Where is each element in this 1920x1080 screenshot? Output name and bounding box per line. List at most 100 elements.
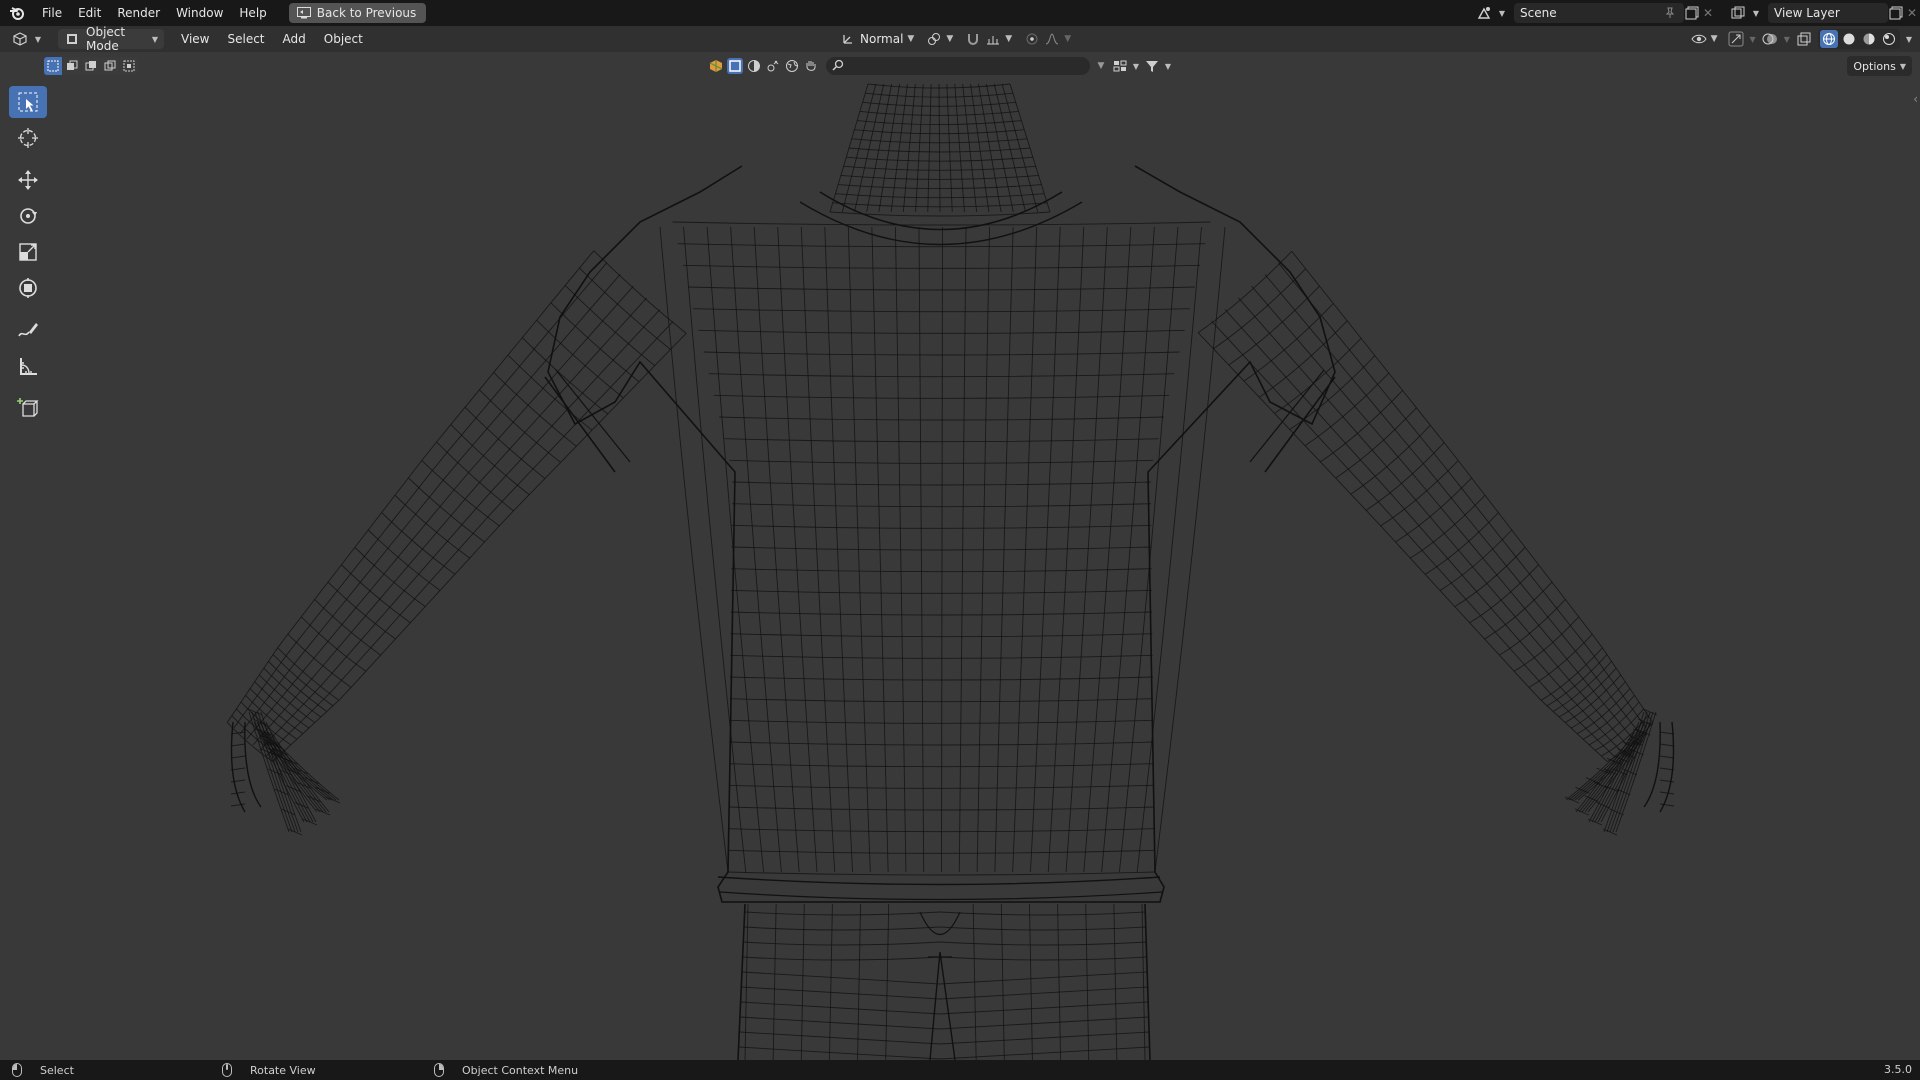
options-label: Options (1853, 59, 1896, 73)
render-layers-icon (1730, 5, 1746, 21)
rotate-tool[interactable] (9, 200, 47, 232)
annotate-icon (18, 323, 38, 337)
move-tool[interactable] (9, 164, 47, 196)
pin-icon[interactable] (1662, 5, 1678, 21)
options-dropdown[interactable]: Options ▼ (1847, 56, 1912, 76)
search-dropdown-icon[interactable]: ▼ (1093, 58, 1109, 74)
visibility-dropdown[interactable]: ▼ (1687, 29, 1722, 49)
back-to-previous-label: Back to Previous (316, 6, 417, 20)
pivot-point-dropdown[interactable]: ▼ (922, 29, 957, 49)
chevron-down-icon: ▼ (1064, 34, 1072, 44)
shading-chevron-down-icon[interactable]: ▼ (1906, 35, 1912, 44)
header-menu-add[interactable]: Add (274, 26, 315, 52)
shading-mode-group (1817, 29, 1900, 49)
chevron-down-icon: ▼ (1899, 61, 1906, 71)
new-view-layer-icon[interactable] (1888, 5, 1904, 21)
object-mode-dropdown[interactable]: Object Mode ▼ (58, 25, 164, 53)
select-subtract-icon[interactable] (82, 57, 100, 75)
viewport-search-field[interactable] (826, 57, 1090, 75)
status-context-menu-label: Object Context Menu (462, 1063, 579, 1077)
menu-edit[interactable]: Edit (70, 0, 109, 26)
proportional-editing-icon[interactable] (1024, 31, 1040, 47)
select-box-tool[interactable] (9, 86, 47, 118)
object-type-mesh-icon[interactable] (708, 58, 724, 74)
solid-shading-icon[interactable] (1840, 30, 1858, 48)
object-mode-label: Object Mode (86, 25, 126, 53)
add-cube-tool[interactable] (9, 392, 47, 424)
filter-funnel-icon[interactable] (1144, 58, 1160, 74)
display-filter-icon[interactable] (1112, 58, 1128, 74)
search-icon (832, 59, 844, 74)
snapping-dropdown[interactable]: ▼ (961, 29, 1016, 49)
orientation-icon (840, 31, 856, 47)
viewport-header: ▼ Object Mode ▼ View Select Add Object N… (0, 25, 1920, 53)
wireframe-shading-icon[interactable] (1819, 30, 1838, 48)
object-type-sphere-icon[interactable] (746, 58, 762, 74)
3d-viewport-icon (12, 31, 28, 47)
measure-tool[interactable] (9, 350, 47, 382)
header-menu-object[interactable]: Object (315, 26, 372, 52)
select-intersect-icon[interactable] (120, 57, 138, 75)
status-rotate-view-label: Rotate View (250, 1063, 316, 1077)
overlays-chevron-down-icon[interactable]: ▼ (1784, 35, 1790, 44)
chevron-down-icon: ▼ (1005, 34, 1013, 44)
tool-shelf (8, 86, 48, 428)
editor-type-button[interactable]: ▼ (8, 29, 50, 49)
overlays-toggle-icon[interactable] (1762, 31, 1778, 47)
status-select-label: Select (40, 1063, 74, 1077)
back-to-previous-button[interactable]: Back to Previous (288, 3, 427, 23)
transform-tool[interactable] (9, 272, 47, 304)
transform-icon (19, 278, 37, 298)
chevron-down-icon: ▼ (907, 34, 915, 44)
rendered-shading-icon[interactable] (1880, 30, 1898, 48)
filter-chevron-down-icon[interactable]: ▼ (1163, 58, 1173, 74)
object-type-box-icon[interactable] (727, 58, 743, 74)
xray-toggle-icon[interactable] (1796, 31, 1812, 47)
blender-logo-icon[interactable] (0, 0, 34, 26)
object-type-world-icon[interactable] (784, 58, 800, 74)
display-filter-chevron-icon[interactable]: ▼ (1131, 58, 1141, 74)
annotate-tool[interactable] (9, 314, 47, 346)
transform-tools: Normal ▼ ▼ ▼ ▼ (836, 29, 1075, 49)
select-invert-icon[interactable] (101, 57, 119, 75)
view-layer-browse-button[interactable]: ▼ (1726, 3, 1768, 23)
3d-viewport[interactable]: ▼ ▼ ▼ Options ▼ ‹ (0, 52, 1920, 1060)
snap-magnet-icon[interactable] (965, 31, 981, 47)
viewport-display-tools: ▼ ▼ ▼ ▼ (1687, 29, 1912, 49)
chevron-down-icon: ▼ (946, 34, 954, 44)
menu-file[interactable]: File (34, 0, 70, 26)
transform-orientation-dropdown[interactable]: Normal ▼ (836, 29, 918, 49)
menu-help[interactable]: Help (231, 0, 274, 26)
scale-tool[interactable] (9, 236, 47, 268)
falloff-icon (1044, 31, 1060, 47)
view-layer-field[interactable]: View Layer (1768, 3, 1888, 23)
object-type-light-icon[interactable] (765, 58, 781, 74)
sidebar-expand-icon[interactable]: ‹ (1913, 92, 1918, 106)
close-view-layer-icon[interactable]: ✕ (1904, 5, 1920, 21)
object-mode-icon (64, 31, 80, 47)
rotate-icon (20, 208, 37, 224)
close-scene-icon[interactable]: ✕ (1700, 5, 1716, 21)
mouse-middle-icon (222, 1063, 232, 1077)
gizmo-chevron-down-icon[interactable]: ▼ (1750, 35, 1756, 44)
object-type-hand-icon[interactable] (803, 58, 819, 74)
view-layer-name: View Layer (1774, 6, 1840, 20)
scene-name: Scene (1520, 6, 1557, 20)
select-extend-icon[interactable] (63, 57, 81, 75)
material-preview-shading-icon[interactable] (1860, 30, 1878, 48)
search-input[interactable] (848, 59, 1084, 73)
selection-mode-group (44, 57, 138, 75)
header-menu-view[interactable]: View (172, 26, 218, 52)
scene-name-field[interactable]: Scene (1514, 3, 1684, 23)
gizmo-toggle-icon[interactable] (1728, 31, 1744, 47)
menu-window[interactable]: Window (168, 0, 231, 26)
scene-icon (1476, 5, 1492, 21)
cursor-tool[interactable] (9, 122, 47, 154)
menu-render[interactable]: Render (109, 0, 168, 26)
pivot-icon (926, 31, 942, 47)
proportional-editing-dropdown[interactable]: ▼ (1020, 29, 1075, 49)
select-new-icon[interactable] (44, 57, 62, 75)
header-menu-select[interactable]: Select (218, 26, 273, 52)
new-scene-icon[interactable] (1684, 5, 1700, 21)
scene-browse-button[interactable]: ▼ (1472, 3, 1514, 23)
